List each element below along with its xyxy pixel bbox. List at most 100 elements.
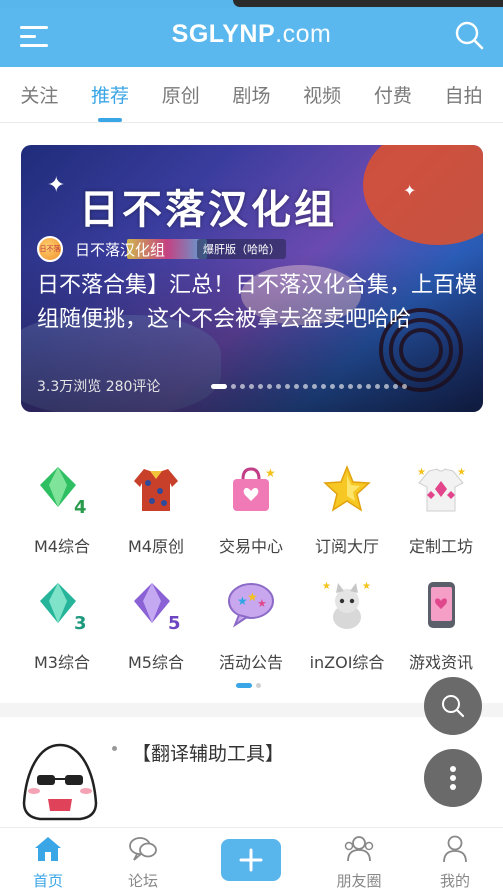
pagination-dot[interactable] [384,384,389,389]
grid-item-trade[interactable]: ★ 交易中心 [201,463,301,557]
site-logo[interactable]: SGLYNP.com [0,20,503,49]
banner-author[interactable]: 日不落 日不落汉化组 [37,235,165,263]
pagination-dot[interactable] [375,384,380,389]
phone-icon [428,582,455,628]
nav-profile[interactable]: 我的 [420,834,490,891]
sweater-icon: ★ ★ [417,467,466,512]
grid-item-m4-original[interactable]: M4原创 [106,463,206,557]
grid-item-custom[interactable]: ★ ★ 定制工坊 [391,463,491,557]
app-screen: SGLYNP.com 关注 推荐 原创 剧场 视频 付费 自拍 ✦ ✦ 日不落汉… [0,0,503,894]
cat-icon: ★ ★ [322,581,371,629]
svg-text:★: ★ [257,597,267,610]
tab-paid[interactable]: 付费 [368,81,418,108]
grid-item-subscribe[interactable]: 订阅大厅 [297,463,397,557]
pagination-dot[interactable] [240,384,245,389]
pagination-dot[interactable] [366,384,371,389]
pagination-dot[interactable] [276,384,281,389]
top-header: SGLYNP.com [0,8,503,67]
category-grid: 4 M4综合 M4原创 ★ 交易中心 订阅大厅 ★ ★ 定制工坊 3 M3综合 … [0,463,503,673]
pagination-dot[interactable] [285,384,290,389]
nav-label: 论坛 [127,872,158,890]
speech-bubble-icon: ★ ★ ★ [228,583,274,628]
purple-gem-5-icon: 5 [134,583,181,634]
tab-video[interactable]: 视频 [297,81,347,108]
svg-text:4: 4 [74,497,87,515]
floating-more-button[interactable] [424,749,482,807]
pagination-dot[interactable] [321,384,326,389]
feed-title: 【翻译辅助工具】 [132,743,285,765]
status-notch [233,0,503,7]
grid-item-news[interactable]: 游戏资讯 [391,579,491,673]
pagination-dot[interactable] [393,384,398,389]
grid-item-inzoi[interactable]: ★ ★ inZOI综合 [297,579,397,673]
category-tabs: 关注 推荐 原创 剧场 视频 付费 自拍 [0,67,503,123]
banner-sub-tag: 爆肝版（哈哈） [197,239,286,259]
floating-search-button[interactable] [424,677,482,735]
pagination-dot[interactable] [211,384,227,389]
banner-decoration [363,145,483,245]
tab-theater[interactable]: 剧场 [226,81,276,108]
jacket-icon [134,469,178,511]
banner-stats: 3.3万浏览 280评论 [37,379,161,395]
pagination-dot[interactable] [357,384,362,389]
pagination-dot[interactable] [256,683,261,688]
nav-home[interactable]: 首页 [13,834,83,891]
author-name: 日不落汉化组 [75,240,166,259]
author-avatar: 日不落 [37,236,63,262]
featured-banner[interactable]: ✦ ✦ 日不落汉化组 爆肝版（哈哈） 日不落 日不落汉化组 日不落合集】汇总！日… [21,145,483,412]
grid-item-m3[interactable]: 3 M3综合 [12,579,112,673]
pagination-dot[interactable] [249,384,254,389]
pagination-dot[interactable] [330,384,335,389]
search-icon[interactable] [453,20,485,52]
banner-pagination [211,384,411,389]
bullet-dot [112,746,117,751]
user-icon [443,835,467,863]
home-icon [35,837,61,861]
star-icon [323,464,371,512]
sparkle-icon: ✦ [47,173,66,198]
nav-label: 朋友圈 [336,872,382,890]
grid-label: 游戏资讯 [408,653,473,672]
nav-label: 首页 [32,872,63,890]
svg-text:★: ★ [322,581,331,592]
tab-follow[interactable]: 关注 [14,81,64,108]
search-icon [442,695,465,718]
green-gem-3-icon: 3 [40,583,87,634]
pagination-dot[interactable] [312,384,317,389]
pagination-dot[interactable] [236,683,252,688]
create-post-button[interactable] [221,839,281,881]
grid-item-m4[interactable]: 4 M4综合 [12,463,112,557]
pagination-dot[interactable] [231,384,236,389]
svg-text:5: 5 [168,613,181,631]
grid-item-announcement[interactable]: ★ ★ ★ 活动公告 [201,579,301,673]
grid-item-m5[interactable]: 5 M5综合 [106,579,206,673]
pagination-dot[interactable] [303,384,308,389]
pagination-dot[interactable] [267,384,272,389]
bottom-navigation: 首页 论坛 朋友圈 我的 [0,827,503,894]
grid-label: 交易中心 [218,537,283,556]
tab-selfie[interactable]: 自拍 [439,81,489,108]
grid-label: M4综合 [34,537,90,556]
grid-label: inZOI综合 [309,653,385,672]
grid-label: 订阅大厅 [314,537,379,556]
pagination-dot[interactable] [258,384,263,389]
more-vertical-icon [450,766,456,790]
banner-image-title: 日不落汉化组 [79,187,337,233]
grid-label: M4原创 [128,537,184,556]
nav-forum[interactable]: 论坛 [108,834,178,891]
svg-text:★: ★ [457,467,466,478]
svg-text:★: ★ [265,466,276,480]
grid-label: 定制工坊 [408,537,473,556]
green-gem-4-icon: 4 [40,467,87,518]
pagination-dot[interactable] [294,384,299,389]
friends-icon [344,836,374,862]
pagination-dot[interactable] [339,384,344,389]
nav-friends[interactable]: 朋友圈 [324,834,394,891]
pagination-dot[interactable] [402,384,407,389]
tab-original[interactable]: 原创 [156,81,206,108]
tab-recommend[interactable]: 推荐 [85,81,135,108]
status-bar [0,0,503,8]
nav-label: 我的 [439,872,470,890]
pagination-dot[interactable] [348,384,353,389]
forum-icon [129,837,157,861]
